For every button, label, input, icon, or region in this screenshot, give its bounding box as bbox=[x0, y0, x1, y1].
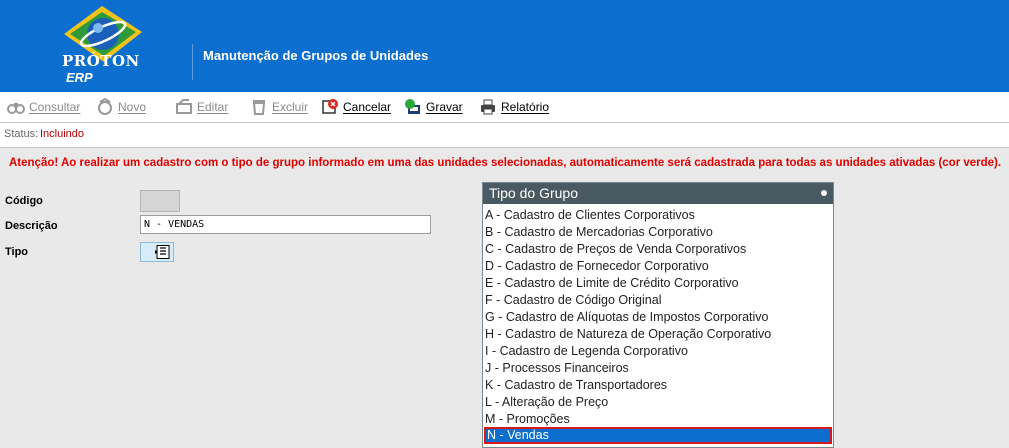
editar-button[interactable]: Editar bbox=[175, 98, 228, 116]
list-item[interactable]: D - Cadastro de Fornecedor Corporativo bbox=[485, 258, 709, 275]
new-document-icon bbox=[98, 98, 112, 115]
descricao-input[interactable] bbox=[140, 215, 431, 234]
gravar-button[interactable]: Gravar bbox=[404, 98, 463, 116]
relatorio-label: Relatório bbox=[501, 100, 550, 114]
printer-icon bbox=[481, 99, 495, 115]
editar-label: Editar bbox=[197, 100, 229, 114]
save-icon bbox=[405, 99, 420, 114]
descricao-label: Descrição bbox=[5, 220, 58, 232]
list-item[interactable]: F - Cadastro de Código Original bbox=[485, 292, 661, 309]
list-item[interactable]: I - Cadastro de Legenda Corporativo bbox=[485, 343, 688, 360]
popup-title: Tipo do Grupo bbox=[489, 185, 578, 201]
toolbar: Consultar Novo Editar Excluir Cancelar G… bbox=[0, 92, 1009, 123]
tipo-lookup-button[interactable] bbox=[140, 242, 174, 262]
popup-close-icon[interactable] bbox=[821, 190, 827, 196]
status-value: Incluindo bbox=[40, 128, 85, 140]
app-header: PRÓTON ERP Manutenção de Grupos de Unida… bbox=[0, 0, 1009, 92]
list-item[interactable]: L - Alteração de Preço bbox=[485, 394, 608, 411]
brand-sub: ERP bbox=[66, 70, 93, 85]
excluir-button[interactable]: Excluir bbox=[250, 98, 308, 116]
trash-icon bbox=[252, 100, 266, 115]
list-item[interactable]: E - Cadastro de Limite de Crédito Corpor… bbox=[485, 275, 739, 292]
relatorio-button[interactable]: Relatório bbox=[479, 98, 549, 116]
consultar-label: Consultar bbox=[29, 100, 81, 114]
list-lookup-icon bbox=[155, 245, 170, 259]
cancel-icon bbox=[322, 99, 338, 114]
warning-message: Atenção! Ao realizar um cadastro com o t… bbox=[9, 157, 1002, 169]
edit-icon bbox=[176, 99, 192, 114]
codigo-label: Código bbox=[5, 195, 43, 207]
consultar-button[interactable]: Consultar bbox=[7, 98, 80, 116]
popup-header: Tipo do Grupo bbox=[483, 183, 833, 204]
cancelar-label: Cancelar bbox=[343, 100, 392, 114]
list-item[interactable]: H - Cadastro de Natureza de Operação Cor… bbox=[485, 326, 771, 343]
tipo-grupo-popup: Tipo do Grupo A - Cadastro de Clientes C… bbox=[482, 182, 834, 448]
list-item[interactable]: J - Processos Financeiros bbox=[485, 360, 629, 377]
list-item[interactable]: K - Cadastro de Transportadores bbox=[485, 377, 667, 394]
list-item[interactable]: A - Cadastro de Clientes Corporativos bbox=[485, 207, 695, 224]
brand-name: PRÓTON bbox=[62, 52, 140, 70]
codigo-field bbox=[140, 190, 180, 212]
binoculars-icon bbox=[7, 103, 25, 114]
list-item[interactable]: C - Cadastro de Preços de Venda Corporat… bbox=[485, 241, 746, 258]
list-item[interactable]: B - Cadastro de Mercadorias Corporativo bbox=[485, 224, 713, 241]
list-item[interactable]: G - Cadastro de Alíquotas de Impostos Co… bbox=[485, 309, 768, 326]
gravar-label: Gravar bbox=[426, 100, 463, 114]
list-item[interactable]: M - Promoções bbox=[485, 411, 570, 428]
page-title: Manutenção de Grupos de Unidades bbox=[203, 48, 429, 63]
status-label: Status: bbox=[4, 128, 39, 140]
tipo-label: Tipo bbox=[5, 246, 29, 258]
novo-label: Novo bbox=[118, 100, 147, 114]
header-divider bbox=[192, 44, 193, 80]
cancelar-button[interactable]: Cancelar bbox=[321, 98, 391, 116]
list-item-selected[interactable]: N - Vendas bbox=[484, 427, 832, 444]
novo-button[interactable]: Novo bbox=[96, 98, 146, 116]
excluir-label: Excluir bbox=[272, 100, 309, 114]
status-bar: Status: Incluindo bbox=[0, 123, 1009, 148]
